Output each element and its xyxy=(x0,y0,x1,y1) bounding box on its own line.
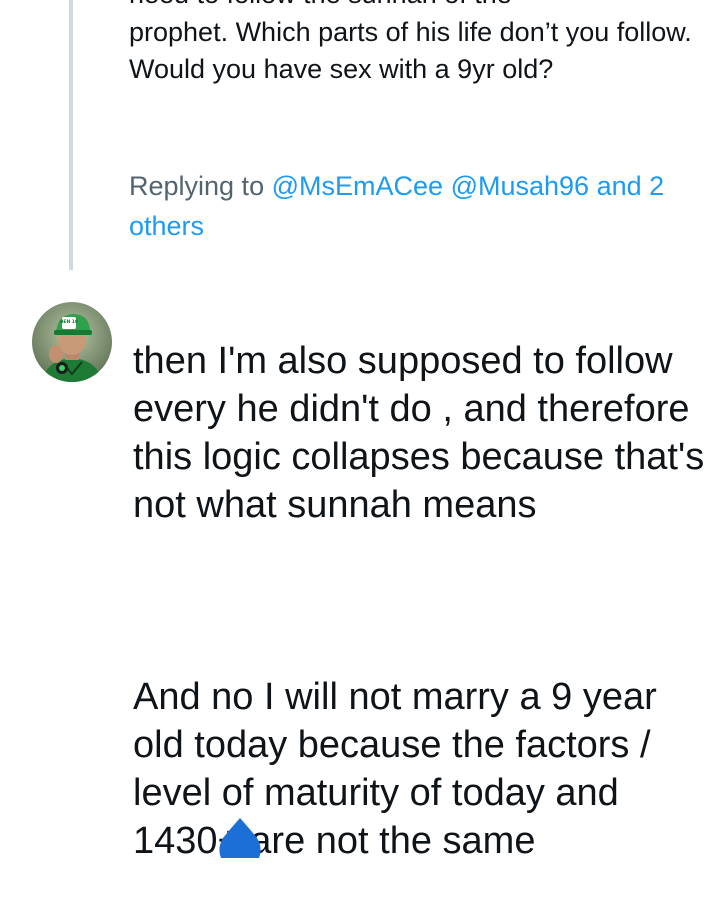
replying-to-prefix: Replying to xyxy=(129,171,265,201)
reply-paragraph-1: then I'm also supposed to follow every h… xyxy=(133,340,705,526)
mention-link-musah96[interactable]: @Musah96 xyxy=(451,171,589,201)
avatar-badge-text: BEN 10 xyxy=(60,319,78,325)
water-drop-icon[interactable] xyxy=(219,818,261,858)
thread-connector-line xyxy=(69,0,73,270)
parent-tweet-text: need to follow the sunnah of the prophet… xyxy=(129,0,699,89)
parent-tweet-body: prophet. Which parts of his life don’t y… xyxy=(129,16,692,85)
replying-to-line: Replying to @MsEmACee @Musah96 and 2 oth… xyxy=(129,166,689,246)
avatar[interactable]: BEN 10 xyxy=(32,302,112,382)
avatar-image: BEN 10 xyxy=(32,302,112,382)
mention-link-msemacee[interactable]: @MsEmACee xyxy=(272,171,443,201)
parent-tweet-cut-line: need to follow the sunnah of the xyxy=(129,0,699,14)
